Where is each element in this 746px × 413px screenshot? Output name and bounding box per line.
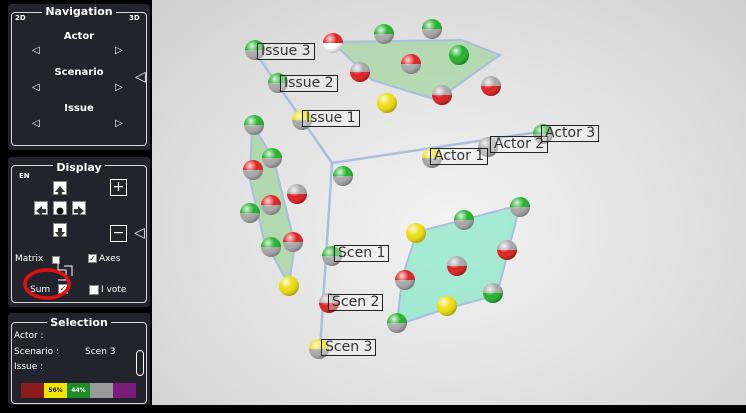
app-window: Navigation 2D 3D Actor ◁ ▷ Scenario ◁ ▷ … [0, 0, 746, 413]
selection-scroll-handle[interactable] [136, 350, 144, 376]
ball-shading [261, 195, 281, 215]
pan-left-button[interactable] [34, 201, 48, 216]
bottom-border [0, 405, 746, 413]
display-panel: Display EN + − ◁ Matrix ✓ Axes Sum ✓ I v… [8, 157, 150, 307]
pan-center-button[interactable] [53, 201, 67, 215]
highlight-circle-annotation [23, 268, 71, 300]
display-collapse-icon[interactable]: ◁ [134, 226, 145, 240]
ivote-checkbox-label: I vote [101, 285, 127, 295]
ball-shading [449, 45, 469, 65]
arrow-down-icon [55, 228, 65, 238]
vote-bar-segment: 56% [44, 383, 67, 398]
pan-down-button[interactable] [53, 223, 67, 238]
label-actor-1[interactable]: Actor 1 [430, 148, 489, 165]
issue-prev-arrow-icon[interactable]: ◁ [32, 119, 40, 129]
arrow-right-icon [74, 206, 84, 216]
nav-actor-label: Actor [63, 31, 95, 42]
ivote-checkbox[interactable] [89, 285, 99, 295]
label-issue-2[interactable]: Issue 2 [280, 75, 338, 92]
ball-shading [243, 160, 263, 180]
3d-view-canvas[interactable]: Issue 3 Issue 2 Issue 1 Actor 1 Actor 2 … [152, 0, 746, 413]
issue-next-arrow-icon[interactable]: ▷ [115, 119, 123, 129]
zoom-in-button[interactable]: + [110, 179, 127, 196]
ball-shading [497, 240, 517, 260]
selection-title: Selection [8, 316, 150, 329]
selection-panel: Selection Actor : Scenario : Scen 3 Issu… [8, 313, 150, 405]
nav-scenario-label: Scenario [54, 67, 104, 78]
label-actor-2[interactable]: Actor 2 [490, 136, 549, 153]
ball-shading [406, 223, 426, 243]
matrix-checkbox-label: Matrix [15, 254, 44, 264]
ball-shading [261, 237, 281, 257]
ball-shading [454, 210, 474, 230]
label-scen-3[interactable]: Scen 3 [321, 339, 377, 356]
view-2d-toggle[interactable]: 2D [14, 14, 27, 22]
arrow-up-icon [55, 186, 65, 196]
view-3d-toggle[interactable]: 3D [128, 14, 141, 22]
ball-shading [283, 232, 303, 252]
ball-shading [447, 256, 467, 276]
ball-shading [377, 93, 397, 113]
ball-shading [437, 296, 457, 316]
selection-scenario-value: Scen 3 [85, 347, 116, 357]
axes-checkbox-label: Axes [99, 254, 121, 264]
language-toggle[interactable]: EN [18, 172, 31, 180]
pan-right-button[interactable] [72, 201, 86, 216]
control-panel: Navigation 2D 3D Actor ◁ ▷ Scenario ◁ ▷ … [0, 0, 152, 413]
ball-shading [422, 19, 442, 39]
ball-shading [350, 62, 370, 82]
ball-shading [279, 276, 299, 296]
ball-shading [244, 115, 264, 135]
ball-shading [387, 313, 407, 333]
vote-bar-segment [21, 383, 44, 398]
label-actor-3[interactable]: Actor 3 [541, 125, 600, 142]
ball-shading [262, 148, 282, 168]
arrow-left-icon [36, 206, 46, 216]
selection-scenario-label: Scenario : [14, 347, 60, 357]
label-issue-1[interactable]: Issue 1 [302, 110, 360, 127]
ball-shading [333, 166, 353, 186]
ball-shading [401, 54, 421, 74]
scenario-prev-arrow-icon[interactable]: ◁ [32, 83, 40, 93]
ball-shading [481, 76, 501, 96]
navigation-panel: Navigation 2D 3D Actor ◁ ▷ Scenario ◁ ▷ … [8, 4, 150, 150]
ball-shading [395, 270, 415, 290]
vote-bar-segment [113, 383, 136, 398]
ball-shading [510, 197, 530, 217]
label-scen-1[interactable]: Scen 1 [334, 245, 390, 262]
selection-actor-label: Actor : [14, 331, 44, 341]
actor-next-arrow-icon[interactable]: ▷ [115, 46, 123, 56]
scenario-next-arrow-icon[interactable]: ▷ [115, 83, 123, 93]
ball-shading [374, 24, 394, 44]
ball-shading [432, 85, 452, 105]
label-scen-2[interactable]: Scen 2 [328, 294, 384, 311]
vote-result-bar: 56% 44% [21, 383, 136, 398]
ball-shading [240, 203, 260, 223]
center-dot-icon [56, 207, 64, 215]
ball-shading [323, 33, 343, 53]
axes-checkbox[interactable]: ✓ [88, 254, 97, 263]
actor-prev-arrow-icon[interactable]: ◁ [32, 46, 40, 56]
nav-issue-label: Issue [64, 103, 94, 114]
pan-up-button[interactable] [53, 181, 67, 196]
ball-shading [483, 283, 503, 303]
navigation-collapse-icon[interactable]: ◁ [135, 70, 146, 84]
ball-shading [287, 184, 307, 204]
label-issue-3[interactable]: Issue 3 [257, 43, 315, 60]
vote-bar-segment [90, 383, 113, 398]
3d-scene[interactable] [152, 0, 746, 413]
zoom-out-button[interactable]: − [110, 225, 127, 242]
selection-issue-label: Issue : [14, 362, 44, 372]
vote-bar-segment: 44% [67, 383, 90, 398]
